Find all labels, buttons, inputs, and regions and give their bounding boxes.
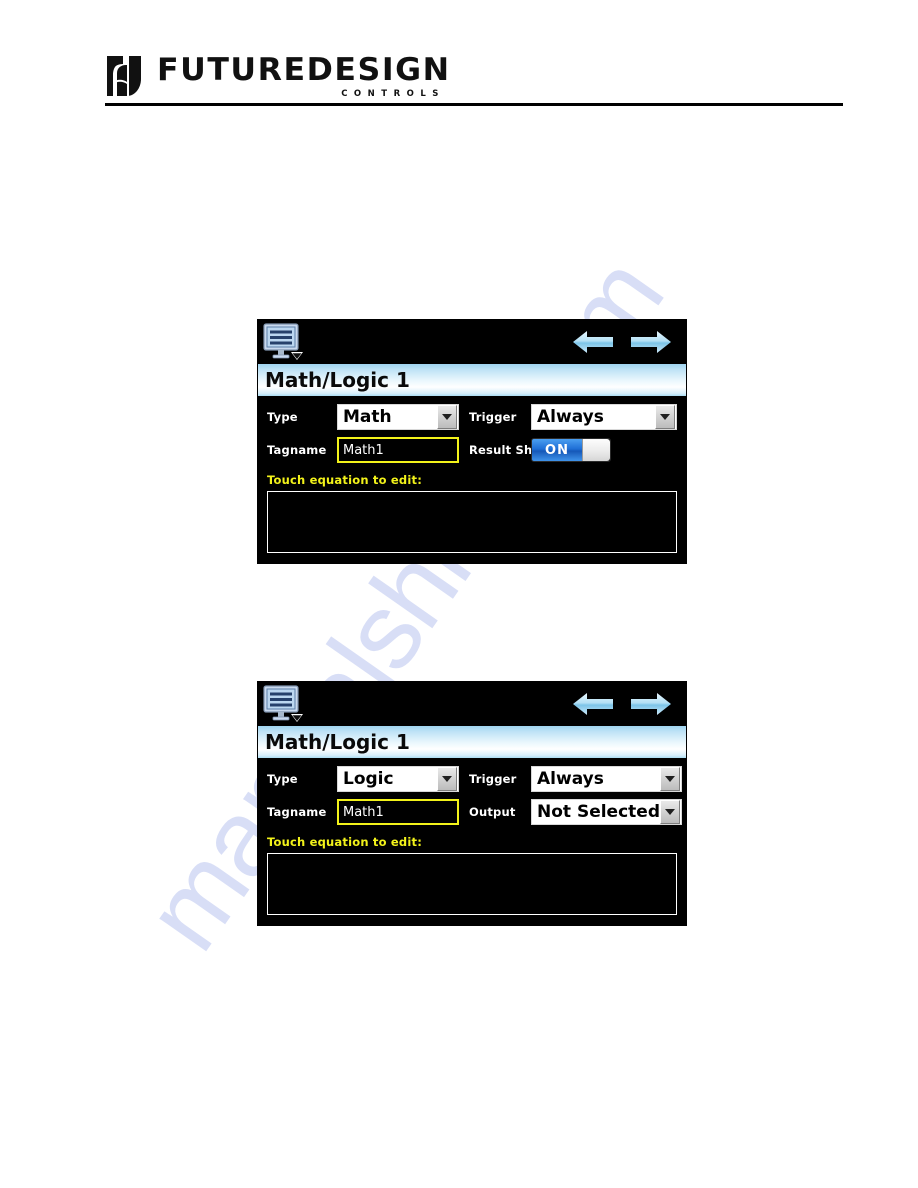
panel2-type-select[interactable]: Logic xyxy=(337,766,459,792)
page-watermark: manualshive.com xyxy=(0,0,918,1188)
toggle-on-segment: ON xyxy=(532,439,582,461)
panel2-tagname-value: Math1 xyxy=(343,804,384,820)
arrow-left-icon[interactable] xyxy=(572,691,614,717)
panel1-result-shown-label: Result Shown xyxy=(469,443,560,457)
panel2-trigger-value: Always xyxy=(537,770,604,788)
arrow-right-icon[interactable] xyxy=(630,329,672,355)
chevron-down-icon[interactable] xyxy=(437,405,457,429)
panel2-type-label: Type xyxy=(267,772,298,786)
brand-name: FUTUREDESIGN xyxy=(157,51,451,88)
panel1-trigger-label: Trigger xyxy=(469,410,517,424)
math-logic-panel-1: Math/Logic 1 Type Math Trigger Always Ta… xyxy=(257,319,687,564)
panel2-equation-box[interactable] xyxy=(267,853,677,915)
panel2-tagname-input[interactable]: Math1 xyxy=(337,799,459,825)
arrow-right-icon[interactable] xyxy=(630,691,672,717)
panel1-tagname-value: Math1 xyxy=(343,442,384,458)
panel2-hint: Touch equation to edit: xyxy=(267,835,422,849)
panel1-title: Math/Logic 1 xyxy=(265,368,410,392)
math-logic-panel-2: Math/Logic 1 Type Logic Trigger Always T… xyxy=(257,681,687,926)
chevron-down-icon[interactable] xyxy=(437,767,457,791)
panel2-tagname-label: Tagname xyxy=(267,805,327,819)
panel2-trigger-label: Trigger xyxy=(469,772,517,786)
panel1-tagname-label: Tagname xyxy=(267,443,327,457)
panel2-title: Math/Logic 1 xyxy=(265,730,410,754)
chevron-down-icon[interactable] xyxy=(655,405,675,429)
brand-wordmark: FUTUREDESIGN CONTROLS xyxy=(157,54,449,99)
page-header: FUTUREDESIGN CONTROLS xyxy=(105,48,845,106)
panel2-toolbar xyxy=(258,682,686,726)
panel1-hint: Touch equation to edit: xyxy=(267,473,422,487)
monitor-menu-icon[interactable] xyxy=(263,323,303,361)
monitor-menu-icon[interactable] xyxy=(263,685,303,723)
panel1-toggle-state: ON xyxy=(545,442,569,458)
panel1-trigger-select[interactable]: Always xyxy=(531,404,677,430)
panel1-tagname-input[interactable]: Math1 xyxy=(337,437,459,463)
panel1-result-shown-toggle[interactable]: ON xyxy=(531,438,611,462)
arrow-left-icon[interactable] xyxy=(572,329,614,355)
panel1-trigger-value: Always xyxy=(537,408,604,426)
panel2-body: Type Logic Trigger Always Tagname Math1 … xyxy=(258,758,686,925)
panel2-nav-arrows xyxy=(572,691,680,717)
brand-logo: FUTUREDESIGN CONTROLS xyxy=(105,48,845,98)
chevron-down-icon[interactable] xyxy=(659,800,680,824)
panel1-equation-box[interactable] xyxy=(267,491,677,553)
panel1-body: Type Math Trigger Always Tagname Math1 R… xyxy=(258,396,686,563)
panel1-result-shown-toggle-wrap: ON xyxy=(531,438,677,462)
panel2-type-value: Logic xyxy=(343,770,394,788)
panel1-title-bar: Math/Logic 1 xyxy=(258,364,686,396)
panel2-output-select[interactable]: Not Selected xyxy=(531,799,682,825)
panel1-type-select[interactable]: Math xyxy=(337,404,459,430)
panel1-type-value: Math xyxy=(343,408,392,426)
panel1-type-label: Type xyxy=(267,410,298,424)
chevron-down-icon[interactable] xyxy=(659,767,680,791)
panel2-trigger-select[interactable]: Always xyxy=(531,766,682,792)
panel2-output-label: Output xyxy=(469,805,516,819)
panel2-title-bar: Math/Logic 1 xyxy=(258,726,686,758)
toggle-knob xyxy=(582,439,610,461)
futuredesign-logo-mark-icon xyxy=(105,54,143,98)
panel1-nav-arrows xyxy=(572,329,680,355)
brand-tagline: CONTROLS xyxy=(341,88,445,99)
panel2-output-value: Not Selected xyxy=(537,803,660,821)
panel1-toolbar xyxy=(258,320,686,364)
header-divider xyxy=(105,103,843,106)
